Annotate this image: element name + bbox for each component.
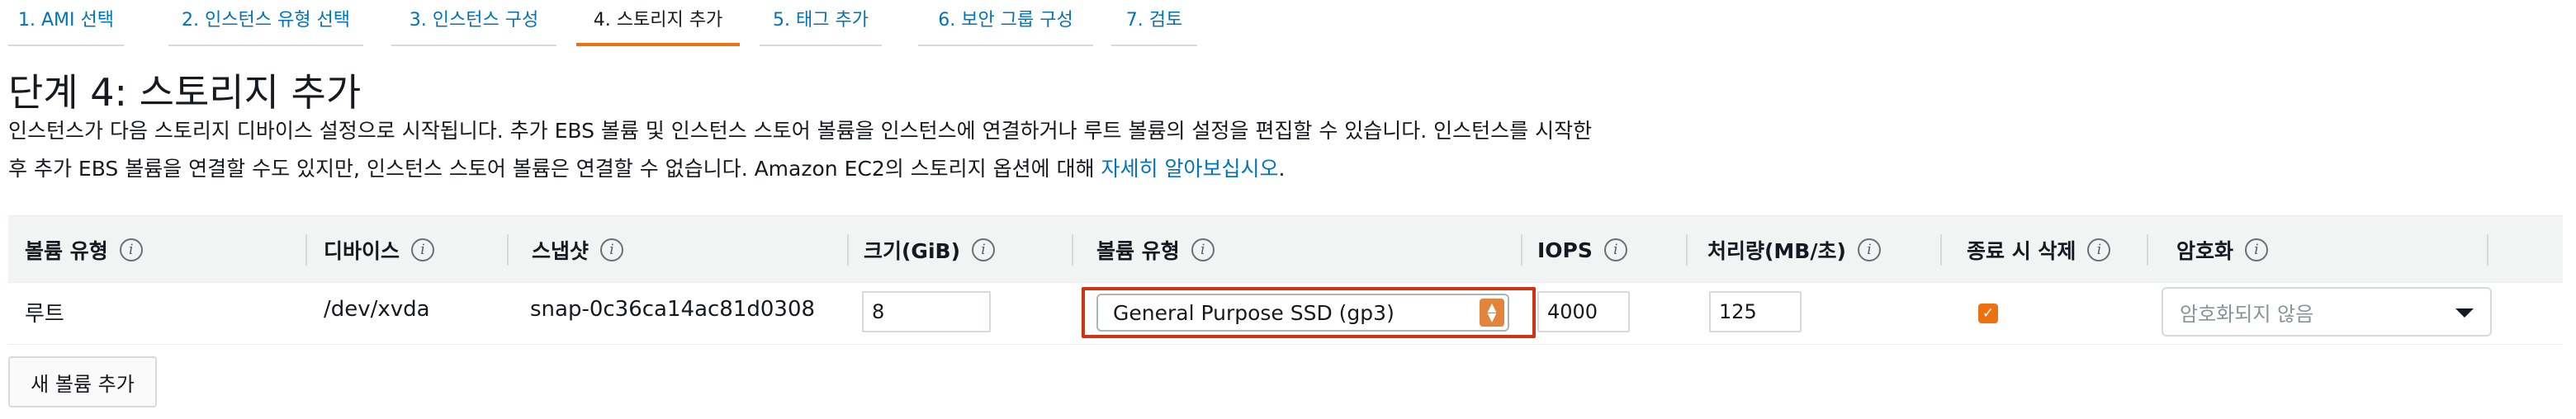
header-volume-type: 볼륨 유형 i [25, 238, 143, 263]
learn-more-link[interactable]: 자세히 알아보십시오 [1101, 157, 1279, 181]
cell-snapshot: snap-0c36ca14ac81d0308 [530, 297, 816, 322]
tab-security-group[interactable]: 6. 보안 그룹 구성 [918, 0, 1093, 46]
info-icon[interactable]: i [2087, 238, 2111, 261]
header-encryption: 암호화 i [2176, 238, 2269, 263]
tab-instance-config[interactable]: 3. 인스턴스 구성 [391, 0, 556, 46]
header-ebs-volume-type: 볼륨 유형 i [1096, 238, 1215, 263]
tab-ami-select[interactable]: 1. AMI 선택 [8, 0, 124, 46]
column-divider [1072, 234, 1073, 266]
info-icon[interactable]: i [411, 238, 435, 261]
wizard-steps: 1. AMI 선택 2. 인스턴스 유형 선택 3. 인스턴스 구성 4. 스토… [0, 0, 1271, 48]
info-icon[interactable]: i [1191, 238, 1215, 261]
info-icon[interactable]: i [119, 238, 143, 261]
header-snapshot: 스냅샷 i [532, 238, 624, 263]
description-line-2: 후 추가 EBS 볼륨을 연결할 수도 있지만, 인스턴스 스토어 볼륨은 연결… [8, 150, 1709, 188]
description-period: . [1278, 157, 1286, 181]
description-line-1: 인스턴스가 다음 스토리지 디바이스 설정으로 시작됩니다. 추가 EBS 볼륨… [8, 119, 1593, 143]
header-label: 종료 시 삭제 [1967, 239, 2076, 263]
page-title: 단계 4: 스토리지 추가 [8, 70, 362, 115]
header-label: 볼륨 유형 [1096, 239, 1180, 263]
header-label: 디바이스 [324, 239, 400, 263]
info-icon[interactable]: i [1857, 238, 1881, 261]
size-input[interactable] [862, 291, 991, 332]
cell-device: /dev/xvda [324, 297, 430, 322]
caret-down-icon [2455, 308, 2474, 318]
header-throughput: 처리량(MB/초) i [1707, 238, 1881, 263]
volume-type-select[interactable]: General Purpose SSD (gp3) ▲ ▼ [1096, 294, 1509, 332]
column-divider [2147, 234, 2148, 266]
encryption-placeholder: 암호화되지 않음 [2180, 302, 2314, 326]
header-label: 볼륨 유형 [25, 239, 108, 263]
column-divider [1686, 234, 1688, 266]
header-delete-on-termination: 종료 시 삭제 i [1967, 238, 2111, 263]
header-iops: IOPS i [1537, 238, 1627, 262]
column-divider [847, 234, 849, 266]
header-label: IOPS [1537, 238, 1593, 262]
page-description: 인스턴스가 다음 스토리지 디바이스 설정으로 시작됩니다. 추가 EBS 볼륨… [8, 112, 1709, 188]
info-icon[interactable]: i [972, 238, 995, 261]
column-divider [1940, 234, 1942, 266]
column-divider [1521, 234, 1522, 266]
info-icon[interactable]: i [1603, 238, 1627, 261]
iops-input[interactable] [1537, 291, 1630, 332]
tab-review[interactable]: 7. 검토 [1111, 0, 1197, 46]
encryption-select[interactable]: 암호화되지 않음 [2162, 287, 2492, 337]
table-header: 볼륨 유형 i 디바이스 i 스냅샷 i 크기(GiB) i 볼륨 유형 i IOPS i … [8, 216, 2563, 283]
header-size: 크기(GiB) i [864, 238, 995, 263]
column-divider [2487, 234, 2488, 266]
tab-add-storage[interactable]: 4. 스토리지 추가 [576, 0, 740, 46]
tab-add-tags[interactable]: 5. 태그 추가 [760, 0, 882, 46]
volume-type-value: General Purpose SSD (gp3) [1113, 300, 1395, 325]
header-label: 처리량(MB/초) [1707, 239, 1846, 263]
description-text: 후 추가 EBS 볼륨을 연결할 수도 있지만, 인스턴스 스토어 볼륨은 연결… [8, 157, 1101, 181]
info-icon[interactable]: i [600, 238, 624, 261]
cell-volume-type: 루트 [25, 302, 64, 327]
header-device: 디바이스 i [324, 238, 435, 263]
column-divider [305, 234, 307, 266]
add-volume-button[interactable]: 새 볼륨 추가 [8, 356, 157, 407]
throughput-input[interactable] [1709, 291, 1802, 332]
header-label: 크기(GiB) [864, 239, 960, 263]
select-arrows-icon: ▲ ▼ [1480, 299, 1504, 327]
header-label: 암호화 [2176, 239, 2234, 263]
column-divider [507, 234, 509, 266]
header-label: 스냅샷 [532, 239, 590, 263]
info-icon[interactable]: i [2245, 238, 2269, 261]
storage-table: 볼륨 유형 i 디바이스 i 스냅샷 i 크기(GiB) i 볼륨 유형 i IOPS i … [8, 215, 2563, 345]
tab-instance-type[interactable]: 2. 인스턴스 유형 선택 [168, 0, 363, 46]
delete-on-termination-checkbox[interactable]: ✓ [1978, 304, 1998, 323]
